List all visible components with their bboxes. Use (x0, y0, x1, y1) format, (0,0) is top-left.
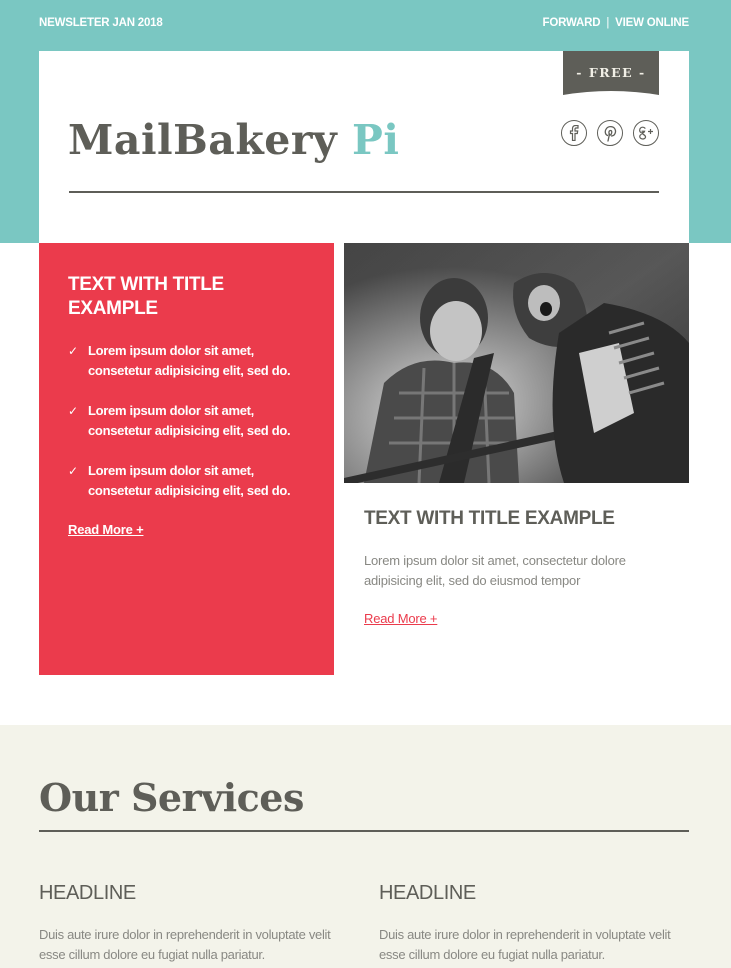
list-item: ✓ Lorem ipsum dolor sit amet, consetetur… (68, 461, 305, 501)
list-item: ✓ Lorem ipsum dolor sit amet, consetetur… (68, 341, 305, 381)
read-more-link-photo[interactable]: Read More + (364, 611, 438, 626)
logo-main: MailBakery (68, 116, 338, 164)
services-divider (39, 830, 689, 832)
logo-accent: Pi (352, 116, 400, 164)
social-links (561, 120, 659, 146)
service-headline: HEADLINE (379, 882, 476, 904)
concert-photo[interactable] (344, 243, 689, 483)
service-column: HEADLINE Duis aute irure dolor in repreh… (379, 882, 699, 965)
feature-card-red: TEXT WITH TITLE EXAMPLE ✓ Lorem ipsum do… (39, 243, 334, 675)
link-separator: | (606, 17, 610, 29)
free-badge-label: - FREE - (576, 65, 646, 80)
feature-check-list: ✓ Lorem ipsum dolor sit amet, consetetur… (68, 341, 305, 501)
service-text: Duis aute irure dolor in reprehenderit i… (379, 927, 671, 962)
header-divider (69, 191, 659, 193)
view-online-link[interactable]: VIEW ONLINE (615, 17, 689, 29)
feature-red-title: TEXT WITH TITLE EXAMPLE (68, 274, 224, 319)
services-section: Our Services HEADLINE Duis aute irure do… (0, 725, 731, 968)
google-plus-icon[interactable] (633, 120, 659, 146)
pinterest-icon[interactable] (597, 120, 623, 146)
service-headline: HEADLINE (39, 882, 136, 904)
feature-photo-title: TEXT WITH TITLE EXAMPLE (364, 508, 615, 529)
newsletter-date: NEWSLETER JAN 2018 (39, 17, 163, 29)
facebook-icon[interactable] (561, 120, 587, 146)
forward-link[interactable]: FORWARD (543, 17, 601, 29)
check-icon: ✓ (68, 464, 78, 478)
logo[interactable]: MailBakery Pi (68, 116, 399, 164)
feature-photo-text: Lorem ipsum dolor sit amet, consectetur … (364, 553, 626, 588)
service-text: Duis aute irure dolor in reprehenderit i… (39, 927, 331, 962)
header-card: - FREE - MailBakery Pi (39, 51, 689, 243)
services-title: Our Services (39, 775, 304, 820)
service-column: HEADLINE Duis aute irure dolor in repreh… (39, 882, 359, 965)
check-icon: ✓ (68, 404, 78, 418)
photo-illustration (344, 243, 689, 483)
topbar-links: FORWARD | VIEW ONLINE (543, 17, 690, 29)
list-item: ✓ Lorem ipsum dolor sit amet, consetetur… (68, 401, 305, 441)
list-item-text: Lorem ipsum dolor sit amet, consetetur a… (88, 463, 291, 498)
free-badge: - FREE - (563, 51, 659, 95)
list-item-text: Lorem ipsum dolor sit amet, consetetur a… (88, 343, 291, 378)
read-more-link-red[interactable]: Read More + (68, 522, 144, 537)
check-icon: ✓ (68, 344, 78, 358)
list-item-text: Lorem ipsum dolor sit amet, consetetur a… (88, 403, 291, 438)
